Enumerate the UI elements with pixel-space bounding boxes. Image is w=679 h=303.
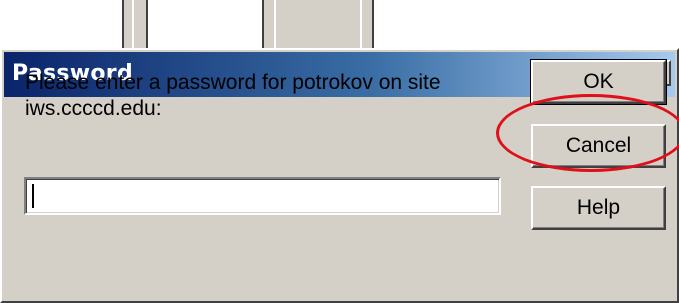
background-window-edge <box>132 0 134 50</box>
background-window-edge <box>360 0 362 50</box>
background-window-edge <box>274 0 276 50</box>
cancel-button[interactable]: Cancel <box>531 124 666 168</box>
help-button[interactable]: Help <box>531 186 666 230</box>
background-window-fragment <box>122 0 148 50</box>
ok-button[interactable]: OK <box>530 59 667 105</box>
password-input[interactable] <box>24 177 501 215</box>
background-window-fragment <box>262 0 374 50</box>
screen: Password × Please enter a password for p… <box>0 0 679 303</box>
password-prompt-text: Please enter a password for potrokov on … <box>25 71 441 120</box>
text-caret <box>32 184 34 208</box>
